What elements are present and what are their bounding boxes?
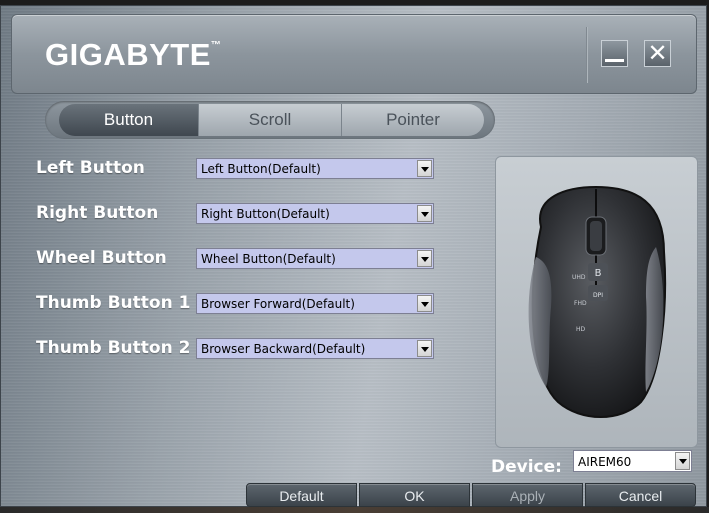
left-button-label: Left Button	[36, 158, 145, 178]
thumb-button-1-value: Browser Forward(Default)	[201, 297, 355, 311]
chevron-down-icon[interactable]	[417, 295, 432, 312]
mouse-b-glyph: B	[595, 268, 602, 279]
chevron-down-icon[interactable]	[417, 205, 432, 222]
mouse-fhd-label: FHD	[574, 300, 587, 307]
chevron-down-icon[interactable]	[417, 160, 432, 177]
mouse-dpi-glyph: DPI	[593, 292, 603, 299]
title-bar: GIGABYTE™ ✕	[11, 14, 697, 94]
cancel-button[interactable]: Cancel	[585, 483, 696, 507]
ok-button[interactable]: OK	[359, 483, 470, 507]
thumb-button-2-label: Thumb Button 2	[36, 338, 191, 358]
tab-scroll[interactable]: Scroll	[199, 104, 342, 136]
thumb-button-2-value: Browser Backward(Default)	[201, 342, 366, 356]
logo-text: GIGABYTE	[45, 37, 211, 72]
apply-button[interactable]: Apply	[472, 483, 583, 507]
thumb-button-1-select[interactable]: Browser Forward(Default)	[196, 293, 434, 314]
close-icon[interactable]: ✕	[644, 40, 671, 67]
tab-pointer[interactable]: Pointer	[342, 104, 484, 136]
thumb-button-2-select[interactable]: Browser Backward(Default)	[196, 338, 434, 359]
gigabyte-logo: GIGABYTE™	[45, 37, 221, 73]
right-button-value: Right Button(Default)	[201, 207, 330, 221]
device-select[interactable]: AIREM60	[573, 450, 692, 472]
mouse-settings-window: GIGABYTE™ ✕ Button Scroll Pointer Left B…	[0, 5, 707, 507]
wheel-button-label: Wheel Button	[36, 248, 167, 268]
tab-bar: Button Scroll Pointer	[45, 101, 495, 139]
chevron-down-icon[interactable]	[417, 340, 432, 357]
wheel-button-select[interactable]: Wheel Button(Default)	[196, 248, 434, 269]
default-button[interactable]: Default	[246, 483, 357, 507]
left-button-select[interactable]: Left Button(Default)	[196, 158, 434, 179]
tab-button[interactable]: Button	[59, 104, 199, 136]
left-button-value: Left Button(Default)	[201, 162, 321, 176]
chevron-down-icon[interactable]	[417, 250, 432, 267]
chevron-down-icon[interactable]	[675, 452, 690, 470]
title-separator	[586, 27, 588, 83]
mouse-preview-panel: B DPI UHD FHD HD	[495, 156, 698, 448]
desktop-background-strip	[0, 507, 709, 513]
mouse-hd-label: HD	[576, 326, 586, 333]
minimize-icon[interactable]	[601, 40, 628, 67]
device-value: AIREM60	[578, 455, 632, 469]
right-button-label: Right Button	[36, 203, 159, 223]
thumb-button-1-label: Thumb Button 1	[36, 293, 191, 313]
wheel-button-value: Wheel Button(Default)	[201, 252, 336, 266]
mouse-uhd-label: UHD	[572, 274, 586, 281]
mouse-image: B DPI UHD FHD HD	[528, 185, 667, 418]
logo-trademark: ™	[210, 39, 222, 51]
device-label: Device:	[491, 457, 562, 477]
right-button-select[interactable]: Right Button(Default)	[196, 203, 434, 224]
